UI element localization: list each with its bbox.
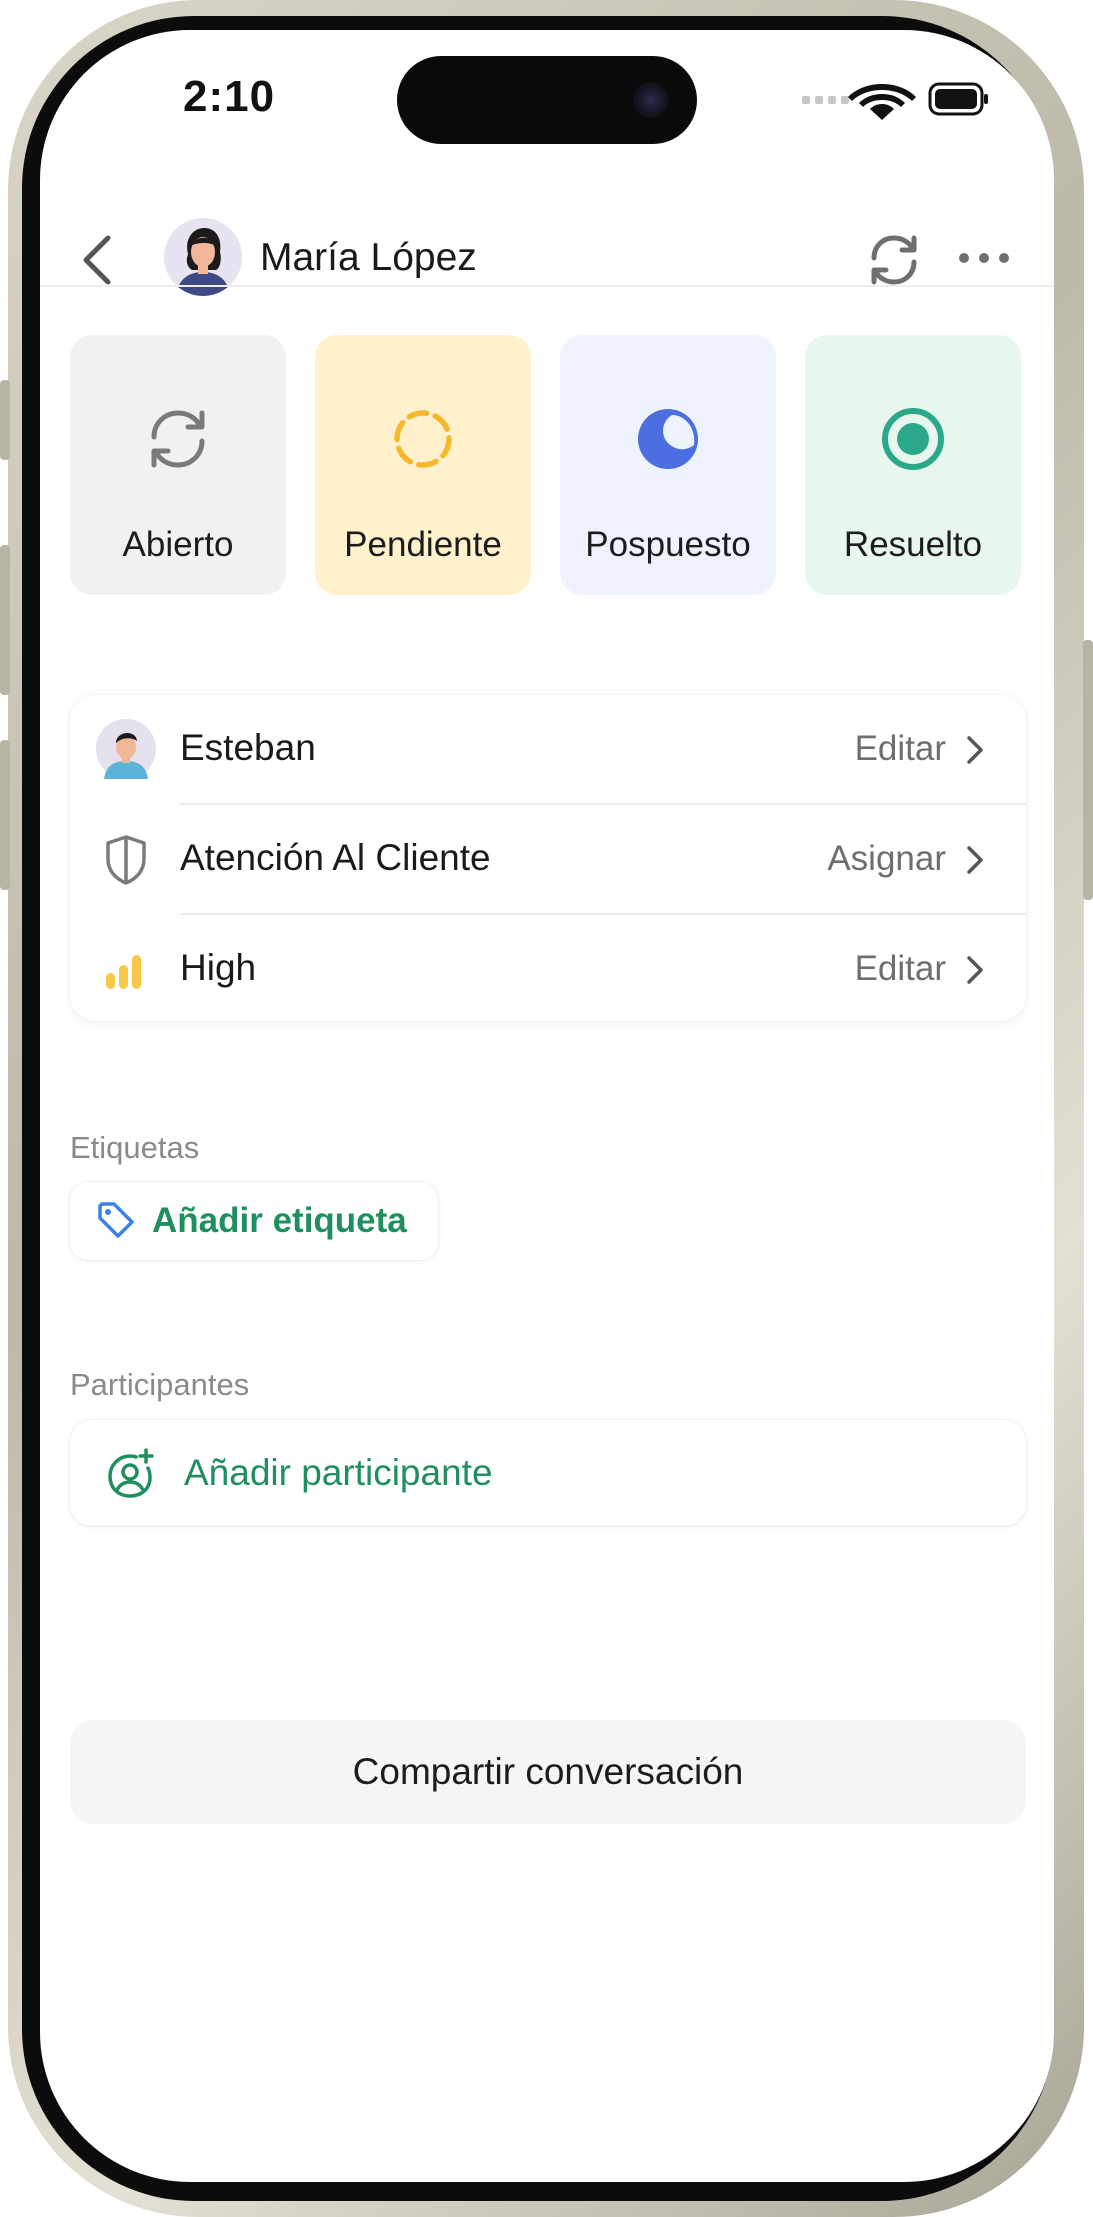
volume-down-button <box>0 740 10 890</box>
screen: 2:10 María López Abierto Pendiente Pospu… <box>40 30 1054 2182</box>
shield-icon <box>96 829 156 889</box>
status-options: Abierto Pendiente Pospuesto Resuelto <box>70 335 1021 595</box>
moon-icon <box>628 399 708 479</box>
status-time: 2:10 <box>183 72 276 121</box>
tag-icon <box>96 1200 136 1240</box>
camera-icon <box>633 82 669 118</box>
conversation-header: María López <box>40 180 1054 296</box>
contact-name[interactable]: María López <box>260 236 477 280</box>
add-participant-text: Añadir participante <box>184 1452 493 1493</box>
status-resolved-label: Resuelto <box>843 525 983 564</box>
share-conversation-label: Compartir conversación <box>352 1751 744 1792</box>
cellular-signal-icon <box>802 96 849 104</box>
dynamic-island <box>397 56 697 144</box>
more-horizontal-icon <box>959 253 1009 263</box>
back-button[interactable] <box>78 230 118 290</box>
header-divider <box>40 285 1054 287</box>
status-pending-label: Pendiente <box>344 525 502 564</box>
agent-row[interactable]: Esteban Editar <box>70 695 1026 803</box>
refresh-button[interactable] <box>862 228 926 292</box>
status-open-button[interactable]: Abierto <box>70 335 286 595</box>
add-user-icon <box>104 1448 156 1500</box>
team-assign-action[interactable]: Asignar <box>827 839 946 879</box>
participants-section-title: Participantes <box>70 1367 250 1402</box>
more-options-button[interactable] <box>954 236 1014 280</box>
status-resolved-button[interactable]: Resuelto <box>805 335 1021 595</box>
agent-avatar <box>96 719 156 779</box>
status-snoozed-button[interactable]: Pospuesto <box>560 335 776 595</box>
team-name: Atención Al Cliente <box>180 837 491 878</box>
refresh-icon <box>871 235 917 285</box>
refresh-icon <box>138 399 218 479</box>
priority-edit-action[interactable]: Editar <box>855 949 946 989</box>
chevron-right-icon <box>962 843 988 877</box>
power-button <box>1083 640 1093 900</box>
status-snoozed-label: Pospuesto <box>585 525 751 564</box>
labels-section-title: Etiquetas <box>70 1130 200 1165</box>
add-participant-button[interactable]: Añadir participante <box>70 1420 1026 1526</box>
battery-icon <box>928 82 988 116</box>
status-pending-button[interactable]: Pendiente <box>315 335 531 595</box>
priority-level: High <box>180 947 257 988</box>
status-open-label: Abierto <box>122 525 234 564</box>
wifi-icon <box>848 84 916 120</box>
radio-selected-icon <box>873 399 953 479</box>
share-conversation-button[interactable]: Compartir conversación <box>70 1720 1026 1824</box>
volume-up-button <box>0 545 10 695</box>
mute-switch <box>0 380 10 460</box>
agent-name: Esteban <box>180 727 316 768</box>
assignment-card: Esteban Editar Atención Al Cliente Asign… <box>70 695 1026 1021</box>
add-label-text: Añadir etiqueta <box>152 1201 407 1240</box>
signal-bars-icon <box>96 939 156 999</box>
chevron-right-icon <box>962 953 988 987</box>
chevron-left-icon <box>83 235 111 285</box>
team-row[interactable]: Atención Al Cliente Asignar <box>70 805 1026 913</box>
priority-row[interactable]: High Editar <box>70 915 1026 1023</box>
agent-edit-action[interactable]: Editar <box>855 729 946 769</box>
status-icons <box>760 80 990 120</box>
chevron-right-icon <box>962 733 988 767</box>
add-label-button[interactable]: Añadir etiqueta <box>70 1182 438 1260</box>
dashed-circle-icon <box>383 399 463 479</box>
